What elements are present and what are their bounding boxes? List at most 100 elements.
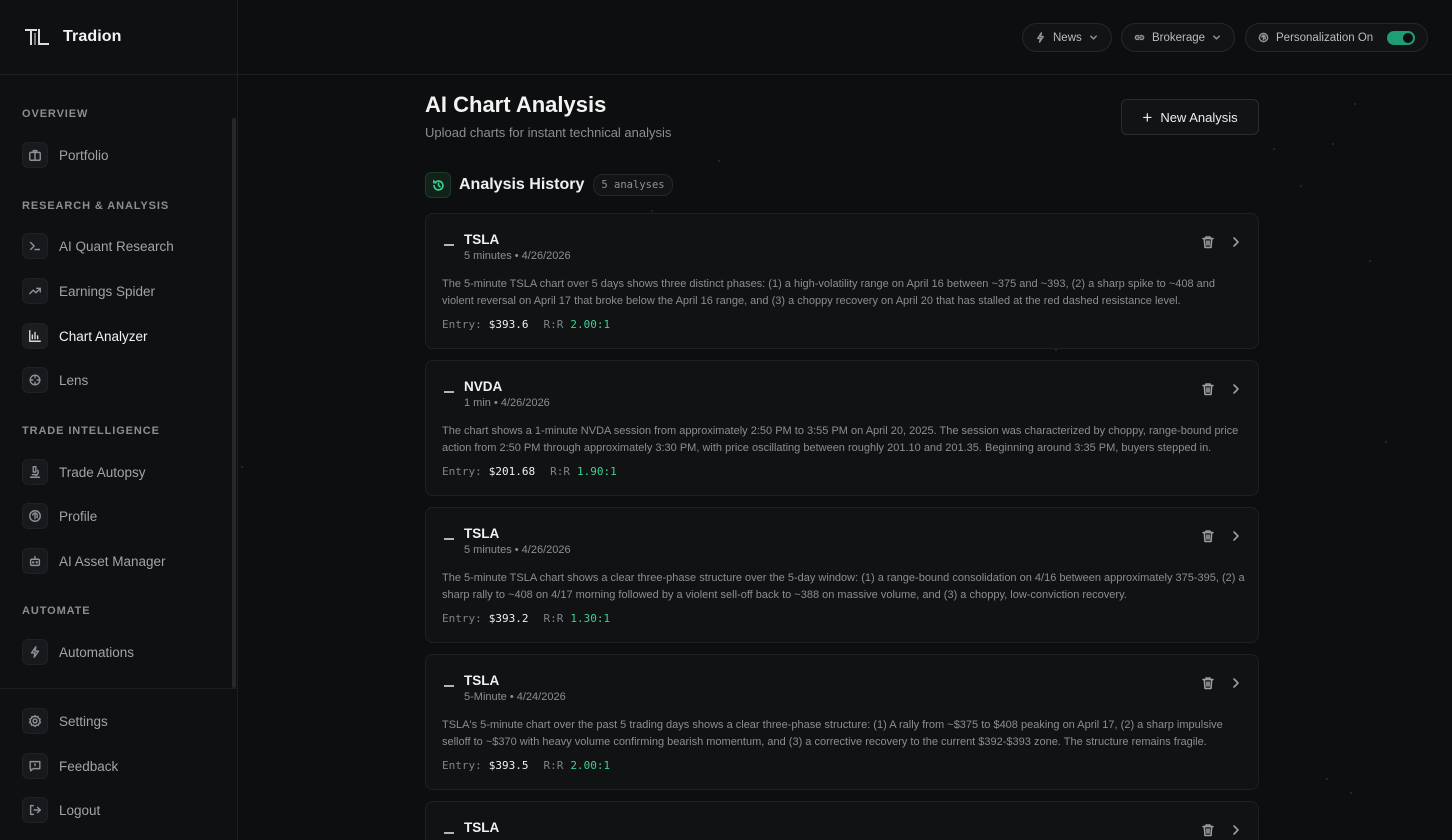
sidebar-item-automations[interactable]: Automations (22, 638, 222, 666)
sidebar-item-label: Settings (59, 713, 108, 729)
analysis-symbol: NVDA (464, 379, 503, 394)
trash-icon (1202, 824, 1214, 837)
collapse-indicator (444, 244, 454, 246)
entry-value: $393.2 (488, 612, 529, 625)
analysis-description: The 5-minute TSLA chart shows a clear th… (442, 572, 1245, 601)
personalization-toggle[interactable]: Personalization On (1245, 23, 1429, 52)
entry-label: Entry: (442, 612, 482, 625)
new-analysis-button[interactable]: + New Analysis (1121, 99, 1259, 135)
history-icon (425, 172, 451, 198)
analysis-meta: 1 min • 4/26/2026 (464, 397, 550, 409)
open-analysis-button[interactable] (1228, 528, 1244, 544)
analysis-card[interactable]: NVDA 1 min • 4/26/2026 The chart shows a… (425, 360, 1259, 496)
analysis-meta: 5 minutes • 4/26/2026 (464, 544, 571, 556)
analysis-card[interactable]: TSLA (425, 801, 1259, 840)
analysis-description: The 5-minute TSLA chart over 5 days show… (442, 278, 1216, 307)
delete-button[interactable] (1200, 234, 1216, 250)
collapse-indicator (444, 832, 454, 834)
sidebar-item-lens[interactable]: Lens (22, 366, 222, 394)
news-label: News (1053, 31, 1082, 44)
delete-button[interactable] (1200, 675, 1216, 691)
sidebar-item-label: Chart Analyzer (59, 328, 148, 344)
sidebar-item-label: Feedback (59, 758, 119, 774)
analysis-card[interactable]: TSLA 5-Minute • 4/24/2026 TSLA's 5-minut… (425, 654, 1259, 790)
sidebar-item-label: Profile (59, 508, 98, 524)
section-label-trade-intelligence: Trade Intelligence (22, 425, 160, 437)
entry-label: Entry: (442, 318, 482, 331)
analysis-description: TSLA's 5-minute chart over the past 5 tr… (442, 719, 1223, 748)
news-dropdown[interactable]: News (1022, 23, 1112, 52)
open-analysis-button[interactable] (1228, 381, 1244, 397)
open-analysis-button[interactable] (1228, 822, 1244, 838)
sidebar-item-feedback[interactable]: Feedback (22, 752, 222, 780)
delete-button[interactable] (1200, 822, 1216, 838)
background-speck (1055, 349, 1057, 351)
entry-value: $201.68 (488, 465, 536, 478)
rr-label: R:R (543, 318, 564, 331)
trending-up-icon (22, 278, 48, 304)
background-speck (241, 466, 243, 468)
analysis-card[interactable]: TSLA 5 minutes • 4/26/2026 The 5-minute … (425, 507, 1259, 643)
personalization-label: Personalization On (1276, 31, 1374, 44)
background-speck (1326, 778, 1328, 780)
sidebar-item-logout[interactable]: Logout (22, 796, 222, 824)
analysis-history-header: Analysis History 5 analyses (425, 172, 673, 198)
chevron-right-icon (1233, 678, 1239, 688)
chevron-right-icon (1233, 825, 1239, 835)
trash-icon (1202, 236, 1214, 249)
sidebar: Tradion Overview Portfolio Research & An… (0, 0, 238, 840)
logout-icon (22, 797, 48, 823)
sidebar-item-chart-analyzer[interactable]: Chart Analyzer (22, 322, 222, 350)
zap-icon (22, 639, 48, 665)
tradion-logo-icon (25, 29, 49, 45)
section-label-automate: Automate (22, 605, 91, 617)
analysis-symbol: TSLA (464, 673, 500, 688)
section-label-research: Research & Analysis (22, 200, 170, 212)
crosshair-icon (22, 367, 48, 393)
sidebar-item-ai-asset-manager[interactable]: AI Asset Manager (22, 547, 222, 575)
sidebar-item-label: Portfolio (59, 147, 109, 163)
background-speck (1273, 148, 1275, 150)
sidebar-item-profile[interactable]: Profile (22, 502, 222, 530)
trash-icon (1202, 530, 1214, 543)
analysis-stats: Entry: $393.5 R:R 2.00:1 (442, 759, 610, 772)
new-analysis-label: New Analysis (1160, 109, 1238, 125)
sidebar-item-trade-autopsy[interactable]: Trade Autopsy (22, 458, 222, 486)
analysis-meta: 5-Minute • 4/24/2026 (464, 691, 566, 703)
brokerage-label: Brokerage (1152, 31, 1206, 44)
open-analysis-button[interactable] (1228, 675, 1244, 691)
bar-chart-icon (22, 323, 48, 349)
rr-label: R:R (543, 612, 564, 625)
analysis-card[interactable]: TSLA 5 minutes • 4/26/2026 The 5-minute … (425, 213, 1259, 349)
sidebar-item-earnings-spider[interactable]: Earnings Spider (22, 277, 222, 305)
entry-label: Entry: (442, 759, 482, 772)
brand[interactable]: Tradion (0, 0, 237, 75)
background-speck (718, 160, 720, 162)
sidebar-scrollbar[interactable] (232, 118, 236, 688)
background-speck (1354, 103, 1356, 105)
sidebar-item-settings[interactable]: Settings (22, 707, 222, 735)
collapse-indicator (444, 685, 454, 687)
personalization-switch[interactable] (1387, 30, 1416, 45)
briefcase-icon (22, 142, 48, 168)
section-label-overview: Overview (22, 108, 89, 120)
sidebar-item-ai-quant-research[interactable]: AI Quant Research (22, 232, 222, 260)
analysis-count-badge: 5 analyses (593, 174, 673, 196)
analysis-stats: Entry: $201.68 R:R 1.90:1 (442, 465, 617, 478)
brokerage-dropdown[interactable]: Brokerage (1121, 23, 1236, 52)
analysis-symbol: TSLA (464, 526, 500, 541)
rr-value: 2.00:1 (570, 759, 611, 772)
analysis-meta: 5 minutes • 4/26/2026 (464, 250, 571, 262)
background-speck (1300, 185, 1302, 187)
chevron-right-icon (1233, 237, 1239, 247)
delete-button[interactable] (1200, 381, 1216, 397)
delete-button[interactable] (1200, 528, 1216, 544)
sidebar-bottom-nav: Settings Feedback Logout (0, 688, 238, 840)
terminal-icon (22, 233, 48, 259)
message-icon (22, 753, 48, 779)
analysis-description: The chart shows a 1-minute NVDA session … (442, 425, 1239, 454)
fingerprint-icon (1258, 32, 1269, 43)
sidebar-item-label: Lens (59, 372, 89, 388)
sidebar-item-portfolio[interactable]: Portfolio (22, 141, 222, 169)
open-analysis-button[interactable] (1228, 234, 1244, 250)
